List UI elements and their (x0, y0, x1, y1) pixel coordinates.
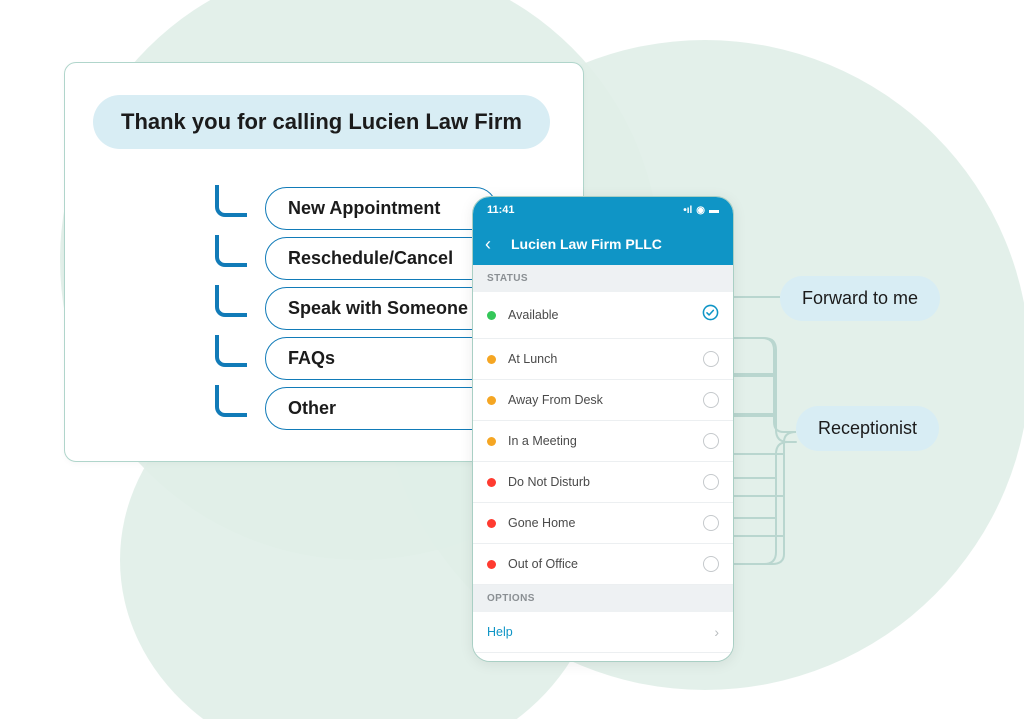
option-row-help[interactable]: Help › (473, 612, 733, 653)
radio-empty-icon (703, 556, 719, 572)
wifi-icon: ◉ (696, 205, 705, 216)
status-dot-icon (487, 355, 496, 364)
statusbar-icons: •ıl ◉ ▬ (683, 205, 719, 216)
radio-empty-icon (703, 392, 719, 408)
ivr-menu-item[interactable]: Speak with Someone (215, 283, 497, 333)
status-dot-icon (487, 478, 496, 487)
radio-empty-icon (703, 351, 719, 367)
phone-navbar: ‹ Lucien Law Firm PLLC (473, 223, 733, 265)
status-label: Do Not Disturb (508, 475, 590, 489)
tree-connector-icon (215, 335, 247, 367)
connector-forward (734, 290, 784, 304)
ivr-menu-label: Other (265, 387, 497, 430)
check-circle-icon (702, 304, 719, 326)
status-label: Gone Home (508, 516, 575, 530)
phone-mockup: 11:41 •ıl ◉ ▬ ‹ Lucien Law Firm PLLC STA… (472, 196, 734, 662)
radio-empty-icon (703, 433, 719, 449)
ivr-menu-label: Speak with Someone (265, 287, 497, 330)
option-label: Help (487, 625, 513, 639)
tree-connector-icon (215, 385, 247, 417)
status-label: Out of Office (508, 557, 578, 571)
status-dot-icon (487, 396, 496, 405)
status-row[interactable]: In a Meeting (473, 421, 733, 462)
ivr-menu-list: New Appointment Reschedule/Cancel Speak … (215, 183, 497, 433)
routing-label-receptionist: Receptionist (796, 406, 939, 451)
phone-nav-title: Lucien Law Firm PLLC (511, 236, 662, 252)
status-label: Available (508, 308, 559, 322)
diagram-stage: Thank you for calling Lucien Law Firm Ne… (0, 0, 1024, 719)
signal-icon: •ıl (683, 205, 692, 216)
section-header-status: STATUS (473, 265, 733, 292)
status-row-available[interactable]: Available (473, 292, 733, 339)
phone-statusbar: 11:41 •ıl ◉ ▬ (473, 197, 733, 223)
radio-empty-icon (703, 515, 719, 531)
back-icon[interactable]: ‹ (485, 234, 491, 255)
ivr-greeting: Thank you for calling Lucien Law Firm (93, 95, 550, 149)
connector-bracket (734, 330, 804, 570)
section-header-options: OPTIONS (473, 585, 733, 612)
statusbar-time: 11:41 (487, 204, 515, 216)
ivr-menu-item[interactable]: New Appointment (215, 183, 497, 233)
tree-connector-icon (215, 285, 247, 317)
radio-empty-icon (703, 474, 719, 490)
option-row-notifications[interactable]: Notifications › (473, 653, 733, 662)
ivr-menu-label: Reschedule/Cancel (265, 237, 497, 280)
status-row[interactable]: Out of Office (473, 544, 733, 585)
status-dot-icon (487, 311, 496, 320)
tree-connector-icon (215, 185, 247, 217)
ivr-menu-item[interactable]: Reschedule/Cancel (215, 233, 497, 283)
ivr-menu-label: New Appointment (265, 187, 497, 230)
status-row[interactable]: At Lunch (473, 339, 733, 380)
status-dot-icon (487, 519, 496, 528)
status-label: In a Meeting (508, 434, 577, 448)
status-dot-icon (487, 560, 496, 569)
status-row[interactable]: Away From Desk (473, 380, 733, 421)
ivr-menu-label: FAQs (265, 337, 497, 380)
ivr-menu-item[interactable]: Other (215, 383, 497, 433)
status-label: Away From Desk (508, 393, 603, 407)
status-dot-icon (487, 437, 496, 446)
status-row[interactable]: Gone Home (473, 503, 733, 544)
status-row[interactable]: Do Not Disturb (473, 462, 733, 503)
chevron-right-icon: › (714, 624, 719, 640)
battery-icon: ▬ (709, 205, 719, 216)
status-label: At Lunch (508, 352, 557, 366)
routing-label-forward: Forward to me (780, 276, 940, 321)
tree-connector-icon (215, 235, 247, 267)
ivr-menu-item[interactable]: FAQs (215, 333, 497, 383)
